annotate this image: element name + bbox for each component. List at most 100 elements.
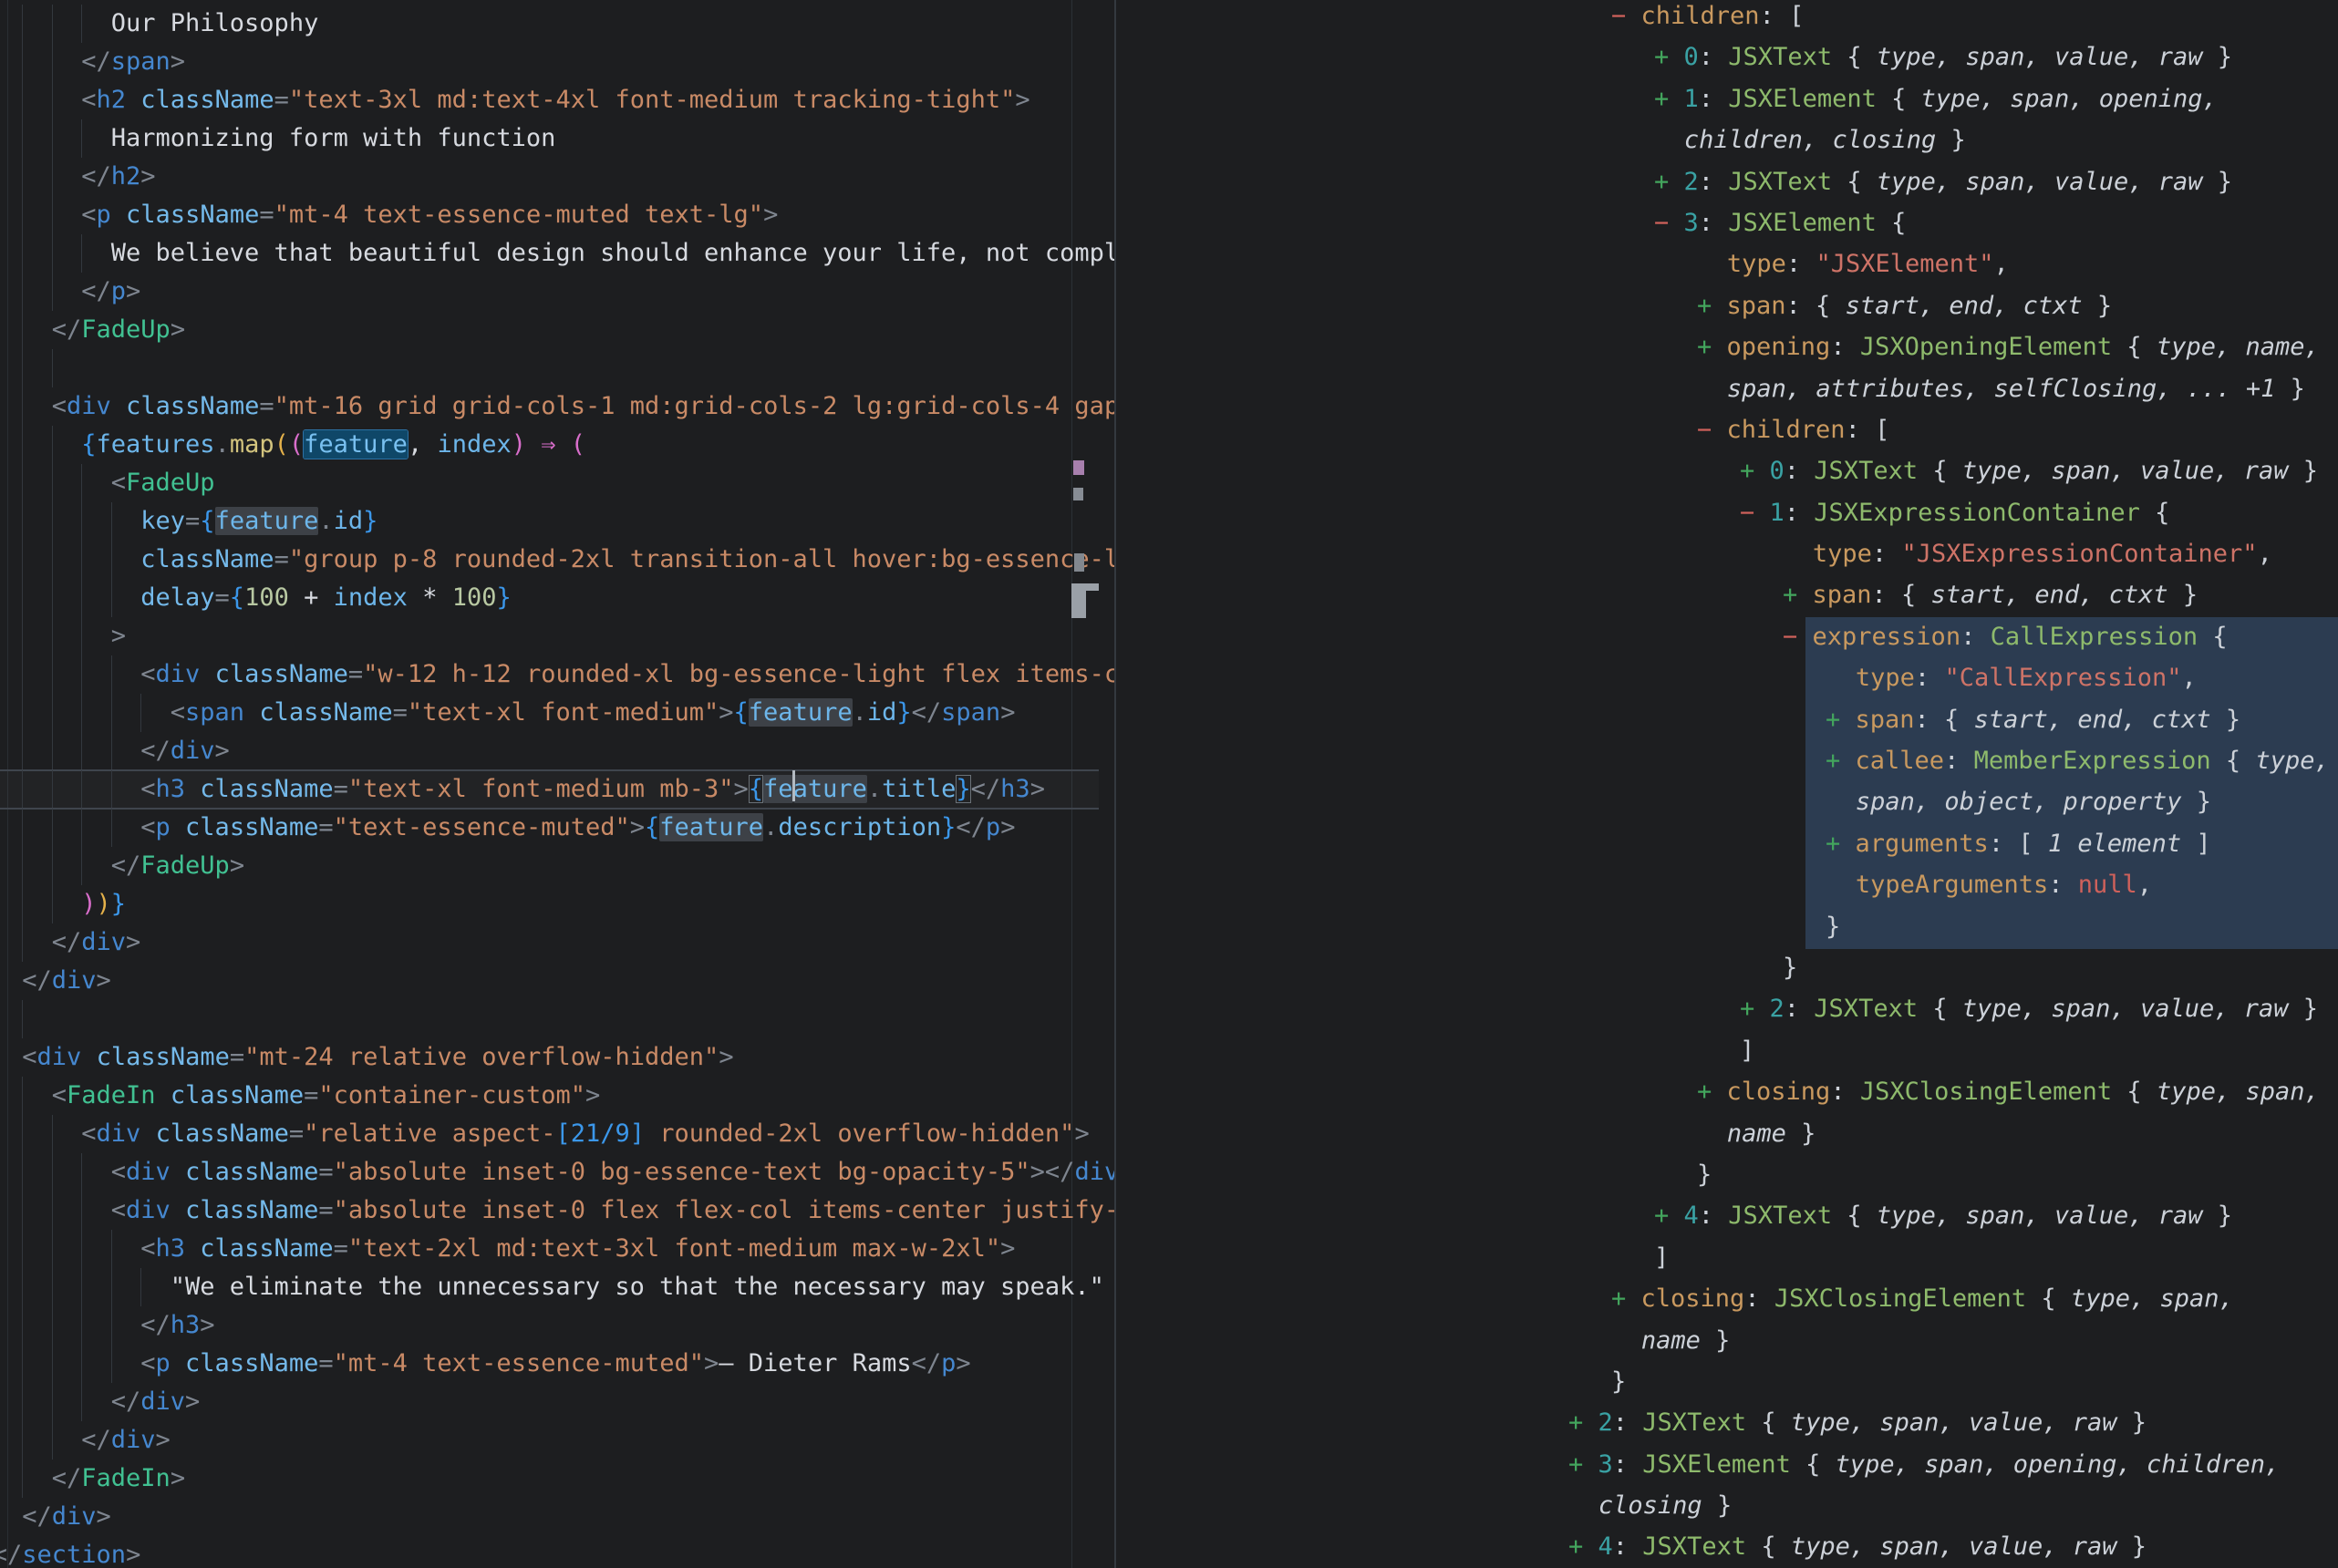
ast-tree-row[interactable]: + 1: JSXElement { type, span, opening, (1541, 78, 2338, 119)
collapse-icon[interactable]: − (1740, 499, 1770, 527)
ast-tree-row[interactable]: } (1541, 1361, 2338, 1402)
code-line[interactable]: <p className="mt-4 text-essence-muted te… (0, 196, 1114, 234)
ast-tree-row[interactable]: + span: { start, end, ctxt } (1541, 574, 2338, 615)
collapse-icon[interactable]: − (1697, 416, 1727, 444)
expand-icon[interactable]: + (1826, 706, 1856, 734)
code-line[interactable]: </div> (0, 732, 1114, 770)
code-line[interactable]: </h3> (0, 1306, 1114, 1345)
code-line[interactable]: </div> (0, 1383, 1114, 1421)
code-line[interactable]: Harmonizing form with function (0, 119, 1114, 158)
ast-tree-row[interactable]: ] (1541, 1030, 2338, 1071)
ast-tree-row[interactable]: + closing: JSXClosingElement { type, spa… (1541, 1071, 2338, 1112)
code-line[interactable] (0, 349, 1114, 387)
ast-tree-row[interactable]: + 2: JSXText { type, span, value, raw } (1541, 161, 2338, 202)
code-line[interactable]: key={feature.id} (0, 502, 1114, 541)
code-line[interactable]: </FadeUp> (0, 311, 1114, 349)
ast-tree-row-selected[interactable]: + arguments: [ 1 element ] (1541, 823, 2338, 864)
collapse-icon[interactable]: − (1783, 623, 1813, 651)
code-line[interactable]: </h2> (0, 158, 1114, 196)
collapse-icon[interactable]: − (1611, 2, 1641, 30)
code-line[interactable]: </p> (0, 273, 1114, 311)
expand-icon[interactable]: + (1826, 747, 1856, 775)
code-line[interactable]: <div className="mt-16 grid grid-cols-1 m… (0, 387, 1114, 426)
code-line[interactable]: <p className="text-essence-muted">{featu… (0, 809, 1114, 847)
code-line[interactable]: > (0, 617, 1114, 655)
code-line[interactable]: We believe that beautiful design should … (0, 234, 1114, 273)
code-editor-pane[interactable]: Our Philosophy</span><h2 className="text… (0, 0, 1114, 1568)
code-line[interactable]: <h2 className="text-3xl md:text-4xl font… (0, 81, 1114, 119)
code-line[interactable] (0, 1000, 1114, 1038)
ast-tree-row[interactable]: + span: { start, end, ctxt } (1541, 285, 2338, 326)
ast-tree-row[interactable]: + opening: JSXOpeningElement { type, nam… (1541, 326, 2338, 367)
ast-tree-row-selected[interactable]: type: "CallExpression", (1541, 657, 2338, 698)
expand-icon[interactable]: + (1654, 43, 1684, 71)
ast-tree-row[interactable]: } (1541, 947, 2338, 988)
code-line[interactable]: Our Philosophy (0, 5, 1114, 43)
ast-tree-row-selected[interactable]: typeArguments: null, (1541, 864, 2338, 905)
expand-icon[interactable]: + (1783, 581, 1813, 609)
ast-tree-row-selected[interactable]: − expression: CallExpression { (1541, 616, 2338, 657)
expand-icon[interactable]: + (1654, 168, 1684, 196)
expand-icon[interactable]: + (1654, 1202, 1684, 1230)
pane-divider[interactable] (1114, 0, 1116, 1568)
ast-tree-row-selected[interactable]: + callee: MemberExpression { type, (1541, 740, 2338, 781)
code-line[interactable]: "We eliminate the unnecessary so that th… (0, 1268, 1114, 1306)
code-line[interactable]: </div> (0, 1421, 1114, 1460)
code-line[interactable]: </div> (0, 1498, 1114, 1536)
ast-tree-row[interactable]: type: "JSXElement", (1541, 243, 2338, 284)
code-line[interactable]: <div className="absolute inset-0 bg-esse… (0, 1153, 1114, 1191)
code-line[interactable]: <p className="mt-4 text-essence-muted">—… (0, 1345, 1114, 1383)
code-line[interactable]: <div className="relative aspect-[21/9] r… (0, 1115, 1114, 1153)
expand-icon[interactable]: + (1568, 1450, 1598, 1479)
code-line[interactable]: <span className="text-xl font-medium">{f… (0, 694, 1114, 732)
expand-icon[interactable]: + (1697, 292, 1727, 320)
code-line[interactable]: <FadeUp (0, 464, 1114, 502)
expand-icon[interactable]: + (1654, 85, 1684, 113)
collapse-icon[interactable]: − (1654, 209, 1684, 237)
ast-tree-row[interactable]: + 3: JSXElement { type, span, opening, c… (1541, 1444, 2338, 1485)
code-line[interactable]: className="group p-8 rounded-2xl transit… (0, 541, 1114, 579)
code-line[interactable]: </section> (0, 1536, 1114, 1568)
code-line[interactable]: <h3 className="text-2xl md:text-3xl font… (0, 1230, 1114, 1268)
ast-tree-row[interactable]: type: "JSXExpressionContainer", (1541, 533, 2338, 574)
ast-tree-row[interactable]: − 3: JSXElement { (1541, 202, 2338, 243)
expand-icon[interactable]: + (1740, 995, 1770, 1023)
ast-tree-row[interactable]: closing } (1541, 1485, 2338, 1526)
code-line[interactable]: <div className="mt-24 relative overflow-… (0, 1038, 1114, 1077)
code-line[interactable]: {features.map((feature, index) ⇒ ( (0, 426, 1114, 464)
ast-tree-row-selected[interactable]: } (1541, 906, 2338, 947)
ast-tree-row[interactable]: children, closing } (1541, 119, 2338, 160)
code-line-current[interactable]: <h3 className="text-xl font-medium mb-3"… (0, 770, 1114, 809)
expand-icon[interactable]: + (1568, 1408, 1598, 1437)
ast-tree-row[interactable]: − 1: JSXExpressionContainer { (1541, 492, 2338, 533)
code-line[interactable]: </FadeUp> (0, 847, 1114, 885)
ast-tree-row[interactable]: span, attributes, selfClosing, ... +1 } (1541, 368, 2338, 409)
ast-tree-pane[interactable]: − children: [+ 0: JSXText { type, span, … (1541, 0, 2338, 1568)
code-line[interactable]: ))} (0, 885, 1114, 923)
expand-icon[interactable]: + (1826, 830, 1856, 858)
ast-tree-row[interactable]: + 0: JSXText { type, span, value, raw } (1541, 450, 2338, 491)
ast-tree-row[interactable]: + 4: JSXText { type, span, value, raw } (1541, 1526, 2338, 1567)
ast-tree-row-selected[interactable]: + span: { start, end, ctxt } (1541, 699, 2338, 740)
code-line[interactable]: delay={100 + index * 100} (0, 579, 1114, 617)
ast-tree-row[interactable]: + 0: JSXText { type, span, value, raw } (1541, 36, 2338, 77)
expand-icon[interactable]: + (1697, 1078, 1727, 1106)
code-line[interactable]: <div className="w-12 h-12 rounded-xl bg-… (0, 655, 1114, 694)
ast-tree-row-selected[interactable]: span, object, property } (1541, 781, 2338, 822)
ast-tree-row[interactable]: ] (1541, 1237, 2338, 1278)
code-line[interactable]: <div className="absolute inset-0 flex fl… (0, 1191, 1114, 1230)
ast-tree-row[interactable]: + 2: JSXText { type, span, value, raw } (1541, 1402, 2338, 1443)
code-line[interactable]: </div> (0, 923, 1114, 962)
ast-tree-row[interactable]: name } (1541, 1320, 2338, 1361)
code-line[interactable]: <FadeIn className="container-custom"> (0, 1077, 1114, 1115)
expand-icon[interactable]: + (1611, 1284, 1641, 1313)
ast-tree-row[interactable]: − children: [ (1541, 409, 2338, 450)
expand-icon[interactable]: + (1697, 333, 1727, 361)
ast-tree-row[interactable]: } (1541, 1154, 2338, 1195)
ast-tree-row[interactable]: + 2: JSXText { type, span, value, raw } (1541, 988, 2338, 1029)
ast-tree-row[interactable]: name } (1541, 1113, 2338, 1154)
ast-tree-row[interactable]: + closing: JSXClosingElement { type, spa… (1541, 1278, 2338, 1319)
ast-tree-row[interactable]: + 4: JSXText { type, span, value, raw } (1541, 1195, 2338, 1236)
code-line[interactable]: </FadeIn> (0, 1460, 1114, 1498)
code-line[interactable]: </div> (0, 962, 1114, 1000)
